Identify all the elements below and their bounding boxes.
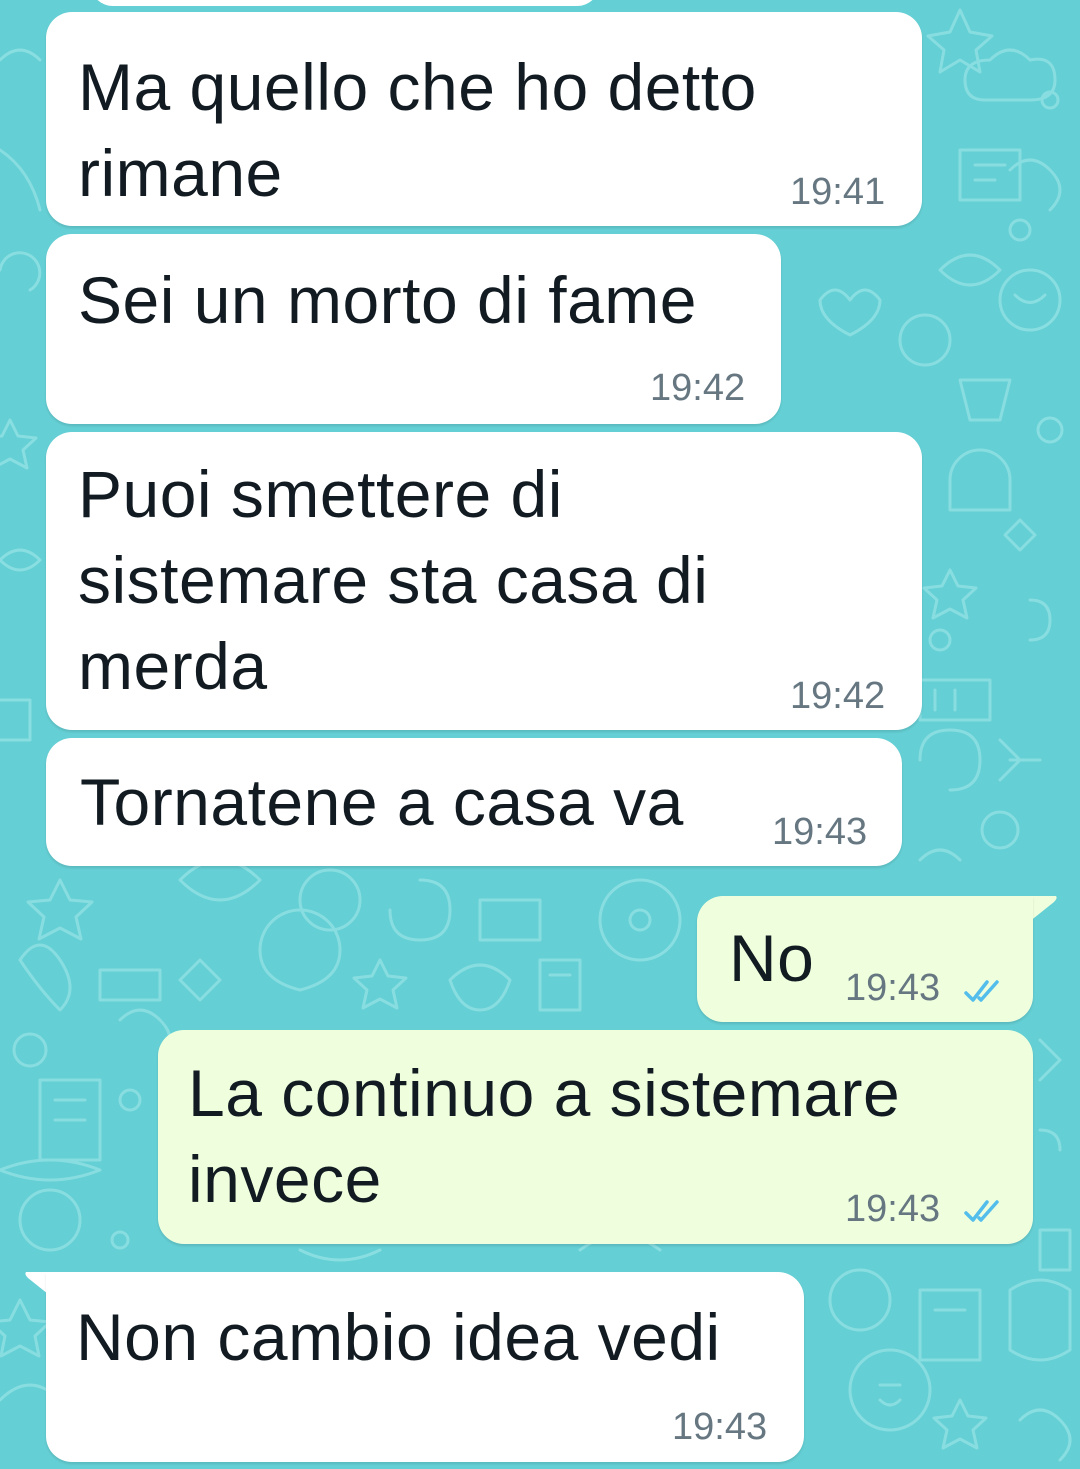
message-time: 19:42 — [650, 367, 746, 409]
message-text: Sei un morto di fame — [78, 263, 697, 337]
double-check-icon — [964, 1200, 999, 1222]
double-check-icon — [964, 980, 999, 1002]
message-text: Non cambio idea vedi — [76, 1300, 721, 1374]
message-text: Ma quello che ho detto rimane — [78, 50, 757, 210]
message-bubble-incoming[interactable]: Sei un morto di fame 19:42 — [46, 234, 781, 424]
previous-message-bubble-partial — [90, 0, 600, 6]
message-text: La continuo a sistemare invece — [188, 1056, 901, 1216]
message-text: No — [729, 921, 815, 995]
message-time: 19:42 — [790, 675, 886, 717]
message-bubble-incoming[interactable]: Ma quello che ho detto rimane 19:41 — [46, 12, 922, 226]
message-time: 19:41 — [790, 171, 886, 213]
message-bubble-incoming[interactable]: Puoi smettere di sistemare sta casa di m… — [46, 432, 922, 730]
message-bubble-outgoing[interactable]: No 19:43 — [697, 896, 1033, 1022]
message-time: 19:43 — [845, 1188, 941, 1230]
message-bubble-incoming[interactable]: Tornatene a casa va 19:43 — [46, 738, 902, 866]
message-time: 19:43 — [772, 811, 868, 853]
message-time: 19:43 — [672, 1406, 768, 1448]
message-bubble-incoming[interactable]: Non cambio idea vedi 19:43 — [46, 1272, 804, 1462]
message-bubble-outgoing[interactable]: La continuo a sistemare invece 19:43 — [158, 1030, 1033, 1244]
message-time: 19:43 — [845, 967, 941, 1009]
message-text: Tornatene a casa va — [80, 765, 684, 839]
message-text: Puoi smettere di sistemare sta casa di m… — [78, 457, 709, 703]
